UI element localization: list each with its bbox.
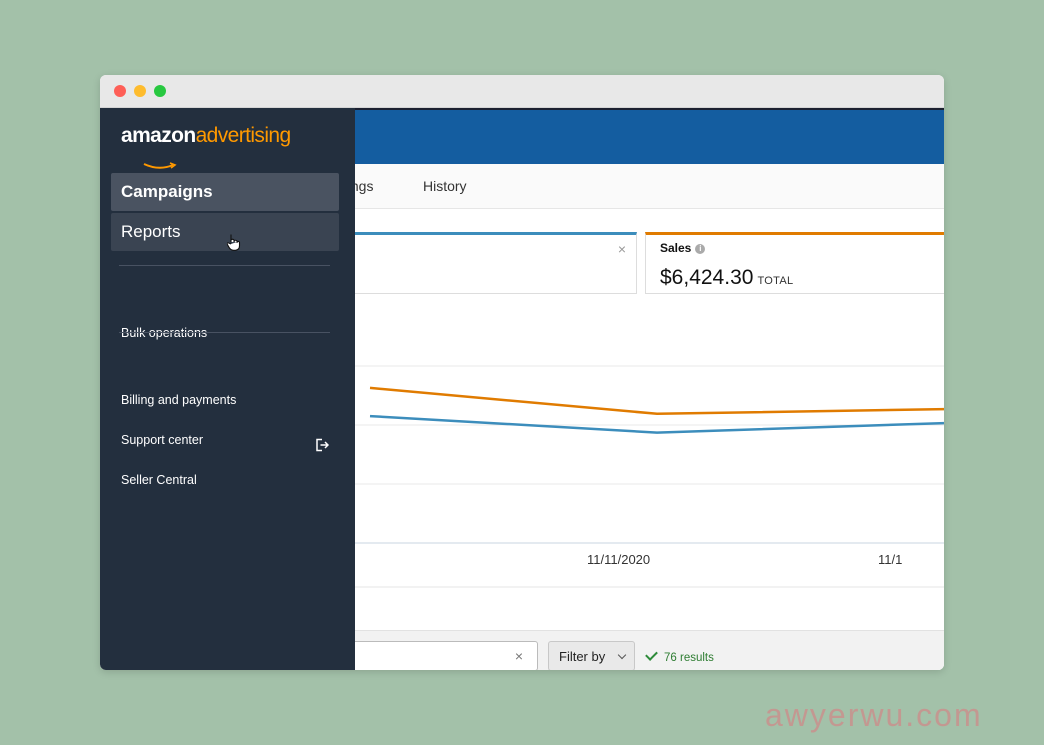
filter-by-label: Filter by [559,649,606,664]
info-icon[interactable]: i [695,244,706,254]
x-tick-label: 11/11/2020 [587,552,650,567]
results-text: 76 results [664,652,714,664]
sidebar-divider [119,332,330,333]
remove-metric-icon[interactable]: × [618,241,626,257]
amazon-smile-icon [143,162,177,169]
watermark-text: awyerwu.com [765,697,983,733]
window-titlebar [100,75,944,108]
chevron-down-icon [617,650,627,660]
sidebar-menu: amazonadvertising Campaigns Reports Bulk… [100,108,355,670]
performance-chart: 10/202011/11/202011/1 [300,308,944,618]
sidebar-item-seller-central[interactable]: Seller Central [121,473,197,487]
sidebar-item-reports[interactable]: Reports [111,213,339,251]
metric-card-sales[interactable]: Sales i $6,424.30 TOTAL [645,232,944,294]
metric-unit: TOTAL [757,275,794,287]
sidebar-item-bulk-operations[interactable]: Bulk operations [121,326,207,340]
logo-advertising-text: advertising [195,124,292,147]
watermark: awyerwu.com [765,697,983,733]
close-window-button[interactable] [114,85,126,97]
metric-label: Sales [660,241,692,255]
sidebar-item-campaigns[interactable]: Campaigns [111,173,339,211]
zoom-window-button[interactable] [154,85,166,97]
results-count: 76 results [645,648,714,664]
metric-value: $6,424.30 [660,266,754,289]
clear-search-icon[interactable]: × [515,648,523,664]
amazon-advertising-logo[interactable]: amazonadvertising [121,124,292,169]
logo-amazon-text: amazon [121,124,196,147]
tab-history[interactable]: History [423,178,467,194]
check-icon [645,648,658,661]
filter-by-button[interactable]: Filter by [548,641,635,670]
sidebar-item-support[interactable]: Support center [121,433,203,447]
x-tick-label: 11/1 [878,552,902,567]
chart-svg: 10/202011/11/202011/1 [300,365,944,588]
app-content: ttings History × Sales i $6,424.30 TOTAL 1… [100,108,944,670]
minimize-window-button[interactable] [134,85,146,97]
browser-window: ttings History × Sales i $6,424.30 TOTAL 1… [100,75,944,670]
sidebar-item-billing[interactable]: Billing and payments [121,393,236,407]
external-link-icon[interactable] [315,438,329,452]
hand-cursor-icon [227,234,241,251]
series-line-1[interactable] [369,414,944,434]
sidebar-divider [119,265,330,266]
series-line-0[interactable] [369,386,944,416]
